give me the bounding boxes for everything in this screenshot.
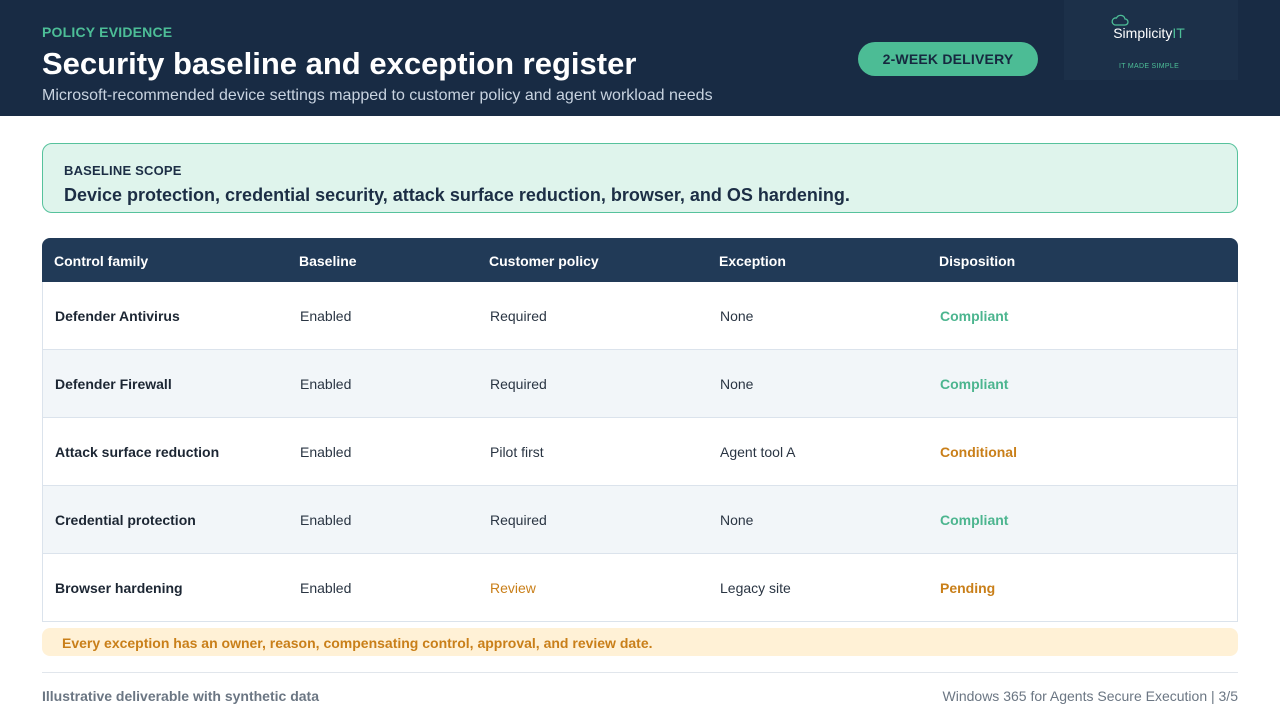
page-header: POLICY EVIDENCE Security baseline and ex… bbox=[0, 0, 1280, 116]
table-row: Credential protection Enabled Required N… bbox=[43, 486, 1237, 554]
baseline-cell: Enabled bbox=[300, 580, 352, 596]
disposition-cell: Compliant bbox=[940, 512, 1009, 528]
exception-cell: None bbox=[720, 512, 754, 528]
column-header: Customer policy bbox=[489, 253, 599, 269]
footer-page-info: Windows 365 for Agents Secure Execution … bbox=[942, 688, 1238, 704]
disposition-cell: Compliant bbox=[940, 376, 1009, 392]
brand-tagline: IT MADE SIMPLE bbox=[1118, 63, 1180, 70]
baseline-cell: Enabled bbox=[300, 308, 352, 324]
disposition-cell: Pending bbox=[940, 580, 996, 596]
column-header: Control family bbox=[54, 253, 149, 269]
customer-policy-cell: Required bbox=[490, 376, 547, 392]
page-subtitle: Microsoft-recommended device settings ma… bbox=[42, 87, 713, 104]
footer-disclaimer: Illustrative deliverable with synthetic … bbox=[42, 688, 319, 704]
disposition-cell: Conditional bbox=[940, 444, 1017, 460]
table-row: Defender Antivirus Enabled Required None… bbox=[43, 282, 1237, 350]
note-text: Every exception has an owner, reason, co… bbox=[62, 635, 653, 651]
table-header: Control family Baseline Customer policy … bbox=[42, 238, 1238, 282]
column-header: Exception bbox=[719, 253, 786, 269]
eyebrow-label: POLICY EVIDENCE bbox=[42, 24, 173, 40]
scope-label: BASELINE SCOPE bbox=[64, 163, 182, 178]
delivery-badge: 2-WEEK DELIVERY bbox=[858, 42, 1038, 76]
exception-cell: None bbox=[720, 308, 754, 324]
exception-register-table: Defender Antivirus Enabled Required None… bbox=[42, 282, 1238, 622]
brand-word: Simplicity bbox=[1113, 25, 1173, 41]
column-header: Baseline bbox=[299, 253, 357, 269]
disposition-cell: Compliant bbox=[940, 308, 1009, 324]
customer-policy-cell: Required bbox=[490, 512, 547, 528]
column-header: Disposition bbox=[939, 253, 1016, 269]
footer-divider bbox=[42, 672, 1238, 673]
exception-cell: Agent tool A bbox=[720, 444, 796, 460]
exception-cell: Legacy site bbox=[720, 580, 791, 596]
scope-text: Device protection, credential security, … bbox=[64, 185, 850, 205]
customer-policy-cell: Pilot first bbox=[490, 444, 544, 460]
baseline-cell: Enabled bbox=[300, 444, 352, 460]
control-family-cell: Attack surface reduction bbox=[55, 444, 220, 460]
exception-policy-note: Every exception has an owner, reason, co… bbox=[42, 628, 1238, 656]
table-row: Defender Firewall Enabled Required None … bbox=[43, 350, 1237, 418]
control-family-cell: Defender Antivirus bbox=[55, 308, 180, 324]
control-family-cell: Browser hardening bbox=[55, 580, 183, 596]
brand-word-accent: IT bbox=[1172, 25, 1185, 41]
baseline-cell: Enabled bbox=[300, 376, 352, 392]
baseline-cell: Enabled bbox=[300, 512, 352, 528]
brand-wordmark: SimplicityIT bbox=[1064, 25, 1234, 41]
exception-cell: None bbox=[720, 376, 754, 392]
table-row: Attack surface reduction Enabled Pilot f… bbox=[43, 418, 1237, 486]
brand-logo: SimplicityIT IT MADE SIMPLE bbox=[1064, 0, 1238, 80]
control-family-cell: Credential protection bbox=[55, 512, 196, 528]
control-family-cell: Defender Firewall bbox=[55, 376, 172, 392]
page-title: Security baseline and exception register bbox=[42, 46, 637, 81]
customer-policy-cell: Review bbox=[490, 580, 536, 596]
table-row: Browser hardening Enabled Review Legacy … bbox=[43, 554, 1237, 622]
baseline-scope-card: BASELINE SCOPE Device protection, creden… bbox=[42, 143, 1238, 213]
customer-policy-cell: Required bbox=[490, 308, 547, 324]
